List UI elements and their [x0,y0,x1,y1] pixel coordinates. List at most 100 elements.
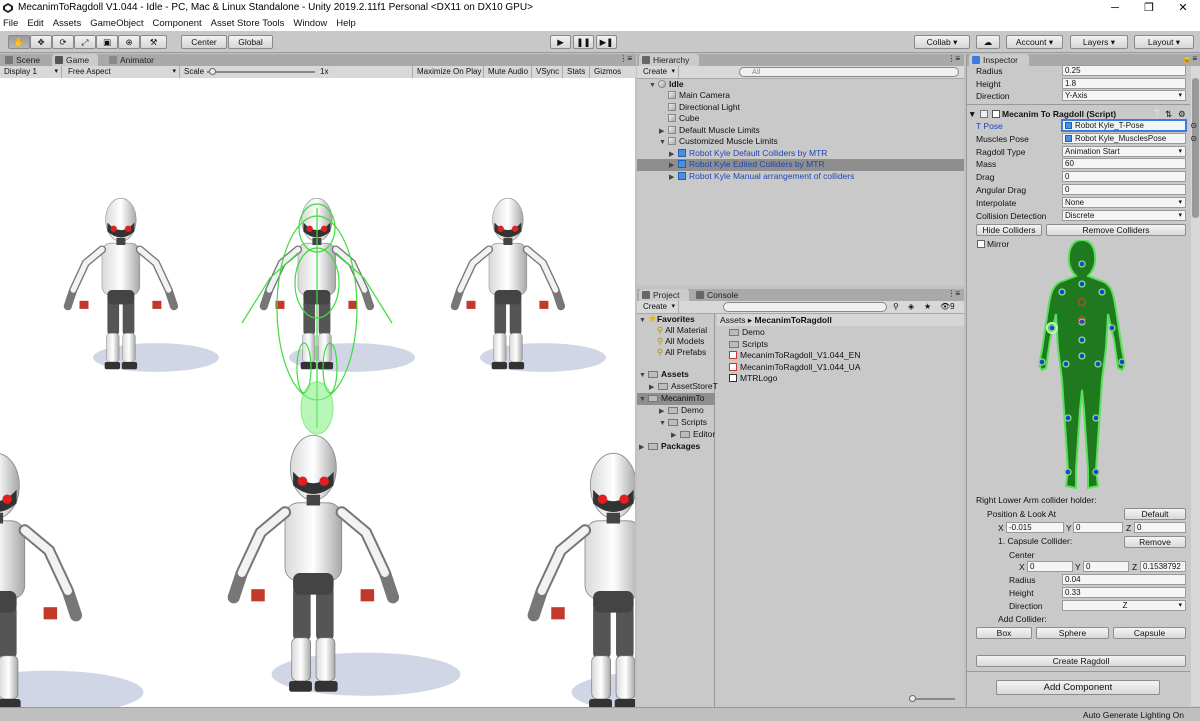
scale-slider-knob[interactable] [209,68,217,75]
hierarchy-search-input[interactable]: All [739,67,959,77]
maximize-button[interactable]: ❐ [1132,0,1166,16]
center-x-field[interactable]: 0 [1027,561,1073,572]
mirror-checkbox[interactable] [977,240,985,248]
menu-gameobject[interactable]: GameObject [90,18,143,29]
project-menu-icon[interactable]: ⋮≡ [947,289,960,298]
asset-folder[interactable]: ▶ Editor [637,429,715,441]
capsule-direction-dropdown[interactable]: Y-Axis [1062,90,1186,101]
display-dropdown[interactable]: Display 1 [0,66,62,78]
center-z-field[interactable]: 0.1538792 [1140,561,1186,572]
foldout-triangle-icon[interactable]: ▶ [669,172,678,184]
rect-tool-button[interactable]: ▣ [96,35,118,49]
add-sphere-collider-button[interactable]: Sphere [1036,627,1109,639]
hierarchy-item[interactable]: ▶ Default Muscle Limits [637,125,964,137]
pos-y-field[interactable]: 0 [1073,522,1123,533]
minimize-button[interactable]: ─ [1098,0,1132,16]
mute-audio-toggle[interactable]: Mute Audio [483,66,532,78]
hidden-count-badge[interactable]: 👁9 [940,301,955,313]
project-file[interactable]: MTRLogo [729,373,777,385]
remove-colliders-button[interactable]: Remove Colliders [1046,224,1186,236]
maximize-on-play-toggle[interactable]: Maximize On Play [412,66,485,78]
step-button[interactable]: ▶❚ [596,35,617,49]
pause-button[interactable]: ❚❚ [573,35,594,49]
tab-game[interactable]: Game [52,54,98,66]
icon-size-slider[interactable] [909,695,955,702]
project-search-input[interactable] [723,302,887,312]
add-capsule-collider-button[interactable]: Capsule [1113,627,1186,639]
hierarchy-create-dropdown[interactable]: Create [639,66,679,78]
asset-folder-selected[interactable]: ▼ MecanimTo [637,393,715,405]
favorites-item[interactable]: ⚲ All Models [637,336,704,348]
menu-asset-store-tools[interactable]: Asset Store Tools [211,18,285,29]
rotate-tool-button[interactable]: ⟳ [52,35,74,49]
layout-dropdown[interactable]: Layout ▾ [1134,35,1194,49]
transform-tool-button[interactable]: ⊕ [118,35,140,49]
foldout-triangle-icon[interactable]: ▼ [968,109,976,119]
component-settings-icon[interactable]: ⚙ [1178,108,1186,120]
hierarchy-item[interactable]: ▶ Robot Kyle Manual arrangement of collid… [637,171,964,183]
panel-menu-icon[interactable]: ⋮≡ [619,54,632,63]
menu-file[interactable]: File [3,18,18,29]
menu-component[interactable]: Component [153,18,202,29]
breadcrumb-folder[interactable]: MecanimToRagdoll [755,315,832,325]
inspector-scrollbar[interactable] [1191,66,1200,706]
cloud-button[interactable]: ☁ [976,35,1000,49]
collapse-triangle-icon[interactable]: ▶ [639,442,648,454]
default-button[interactable]: Default [1124,508,1186,520]
collider-direction-dropdown[interactable]: Z [1062,600,1186,611]
tab-project[interactable]: Project [639,289,689,301]
hierarchy-item[interactable]: Cube [637,113,964,125]
play-button[interactable]: ▶ [550,35,571,49]
hierarchy-item[interactable]: Directional Light [637,102,964,114]
vsync-toggle[interactable]: VSync [531,66,563,78]
favorites-item[interactable]: ⚲ All Prefabs [637,347,706,359]
project-file[interactable]: Scripts [729,339,768,351]
scene-root[interactable]: ▼ Idle [637,79,964,91]
expand-triangle-icon[interactable]: ▼ [639,370,648,382]
presets-icon[interactable]: ⇅ [1165,108,1172,120]
hide-colliders-button[interactable]: Hide Colliders [976,224,1042,236]
search-by-type-icon[interactable]: ⚲ [893,301,899,313]
breadcrumb-assets[interactable]: Assets [720,315,746,325]
property-dropdown[interactable]: Animation Start [1062,145,1186,157]
tab-scene[interactable]: Scene [2,54,46,66]
close-button[interactable]: ✕ [1166,0,1200,16]
menu-window[interactable]: Window [293,18,327,29]
hierarchy-menu-icon[interactable]: ⋮≡ [947,54,960,63]
layers-dropdown[interactable]: Layers ▾ [1070,35,1128,49]
menu-assets[interactable]: Assets [53,18,82,29]
asset-folder[interactable]: ▶ Demo [637,405,704,417]
collider-radius-field[interactable]: 0.04 [1062,574,1186,585]
menu-edit[interactable]: Edit [27,18,43,29]
object-field[interactable]: Robot Kyle_MusclesPose ⊙ [1062,132,1197,144]
property-field[interactable]: 0 [1062,184,1186,195]
component-enabled-checkbox[interactable] [992,110,1000,118]
collapse-triangle-icon[interactable]: ▶ [649,382,658,394]
project-file[interactable]: MecanimToRagdoll_V1.044_EN [729,350,861,362]
gizmos-dropdown[interactable]: Gizmos [589,66,633,78]
pos-x-field[interactable]: -0.015 [1006,522,1064,533]
object-picker-icon[interactable]: ⊙ [1190,121,1197,130]
property-dropdown[interactable]: Discrete [1062,209,1186,221]
create-ragdoll-button[interactable]: Create Ragdoll [976,655,1186,667]
scale-tool-button[interactable]: ⤢ [74,35,96,49]
asset-folder[interactable]: ▶ AssetStoreT [637,381,718,393]
hierarchy-item[interactable]: ▼ Customized Muscle Limits [637,136,964,148]
game-viewport[interactable] [0,78,635,707]
aspect-dropdown[interactable]: Free Aspect [64,66,180,78]
add-component-button[interactable]: Add Component [996,680,1160,695]
inspector-menu-icon[interactable]: 🔒≡ [1182,54,1197,63]
hierarchy-item-selected[interactable]: ▶ Robot Kyle Edited Colliders by MTR [637,159,964,171]
collab-dropdown[interactable]: Collab ▾ [914,35,970,49]
project-file[interactable]: Demo [729,327,765,339]
icon-size-knob[interactable] [909,695,916,702]
collapse-triangle-icon[interactable]: ▶ [659,406,668,418]
space-global-toggle[interactable]: Global [228,35,273,49]
account-dropdown[interactable]: Account ▾ [1006,35,1063,49]
object-picker-icon[interactable]: ⊙ [1190,134,1197,143]
scrollbar-thumb[interactable] [1192,78,1199,218]
remove-collider-button[interactable]: Remove [1124,536,1186,548]
scale-slider[interactable] [207,68,315,75]
favorite-star-icon[interactable]: ★ [924,301,931,313]
body-collider-map[interactable] [1030,240,1134,492]
